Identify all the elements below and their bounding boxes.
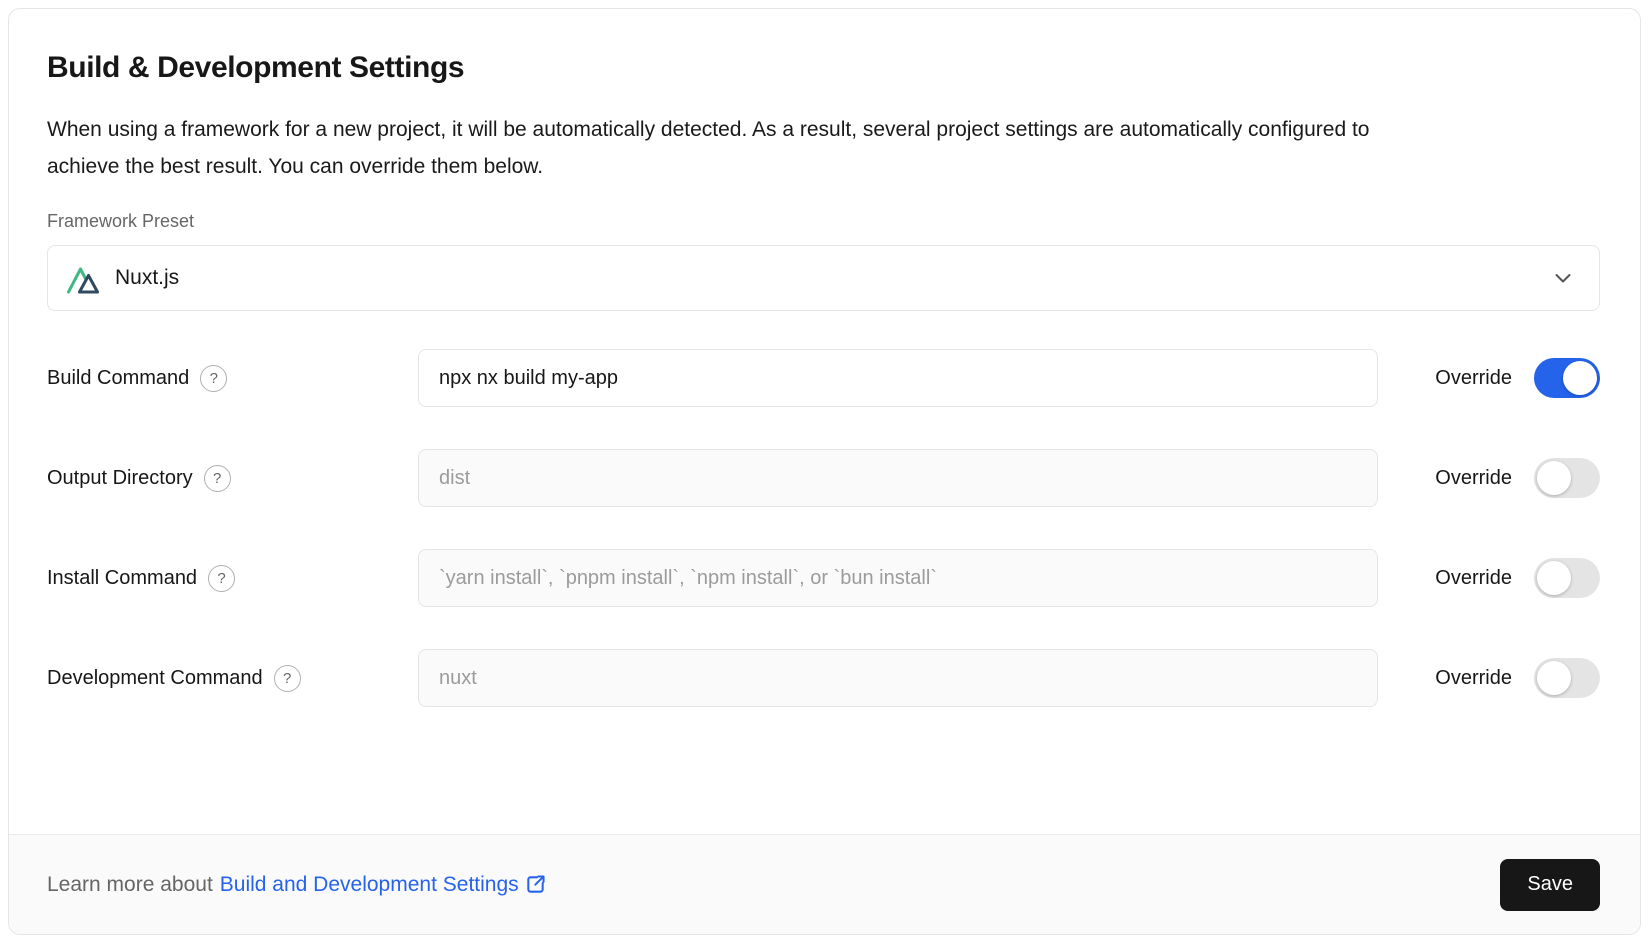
settings-rows: Build Command ? Override Output Director… [47,349,1600,707]
output-directory-label-group: Output Directory ? [47,465,418,492]
override-toggle[interactable] [1534,358,1600,398]
selected-framework: Nuxt.js [115,266,179,290]
chevron-down-icon [1551,266,1575,290]
row-build-command: Build Command ? Override [47,349,1600,407]
development-command-label: Development Command [47,667,263,690]
build-command-override: Override [1422,358,1600,398]
row-install-command: Install Command ? Override [47,549,1600,607]
toggle-knob [1537,661,1571,695]
help-circle-icon[interactable]: ? [274,665,301,692]
help-circle-icon[interactable]: ? [208,565,235,592]
override-toggle[interactable] [1534,458,1600,498]
external-link-icon [524,873,547,896]
toggle-knob [1537,561,1571,595]
install-command-label: Install Command [47,567,197,590]
card-main: Build & Development Settings When using … [9,9,1640,707]
build-command-label-group: Build Command ? [47,365,418,392]
build-settings-doc-link[interactable]: Build and Development Settings [220,873,547,897]
install-command-input[interactable] [418,549,1378,607]
toggle-knob [1563,361,1597,395]
development-command-label-group: Development Command ? [47,665,418,692]
build-command-label: Build Command [47,367,189,390]
output-directory-input[interactable] [418,449,1378,507]
development-command-override: Override [1422,658,1600,698]
framework-preset-label: Framework Preset [47,211,1600,232]
override-label: Override [1435,467,1512,490]
toggle-knob [1537,461,1571,495]
install-command-override: Override [1422,558,1600,598]
nuxt-logo-icon [66,261,104,296]
card-footer: Learn more about Build and Development S… [9,834,1640,934]
doc-link-label: Build and Development Settings [220,873,519,897]
help-circle-icon[interactable]: ? [204,465,231,492]
output-directory-label: Output Directory [47,467,193,490]
learn-more-text: Learn more about Build and Development S… [47,873,547,897]
save-button[interactable]: Save [1500,859,1600,911]
override-toggle[interactable] [1534,558,1600,598]
framework-preset-select[interactable]: Nuxt.js [47,245,1600,311]
build-command-input[interactable] [418,349,1378,407]
help-circle-icon[interactable]: ? [200,365,227,392]
build-settings-card: Build & Development Settings When using … [8,8,1641,935]
row-output-directory: Output Directory ? Override [47,449,1600,507]
page-description: When using a framework for a new project… [47,111,1377,185]
override-label: Override [1435,667,1512,690]
output-directory-override: Override [1422,458,1600,498]
development-command-input[interactable] [418,649,1378,707]
page-title: Build & Development Settings [47,51,1600,85]
override-label: Override [1435,367,1512,390]
override-toggle[interactable] [1534,658,1600,698]
install-command-label-group: Install Command ? [47,565,418,592]
row-development-command: Development Command ? Override [47,649,1600,707]
learn-more-prefix: Learn more about [47,873,213,897]
override-label: Override [1435,567,1512,590]
